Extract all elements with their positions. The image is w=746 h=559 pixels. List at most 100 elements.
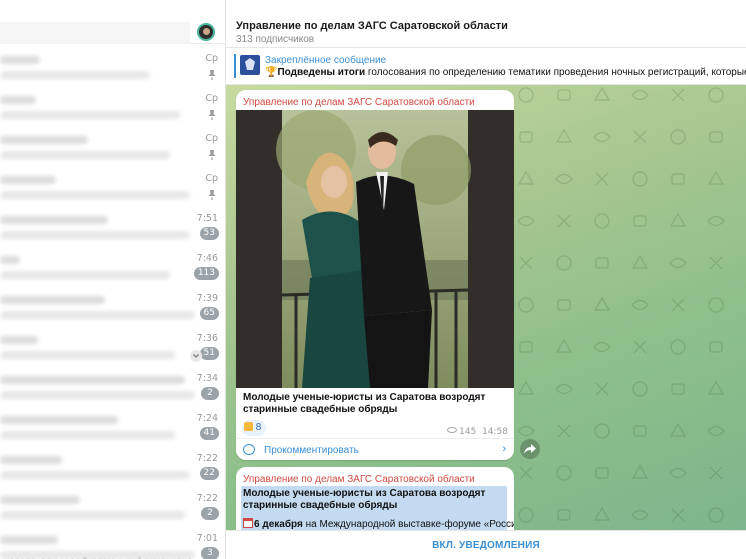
post-photo[interactable] — [236, 110, 514, 388]
share-button[interactable] — [520, 439, 540, 459]
account-avatar[interactable] — [197, 23, 215, 41]
channel-title: Управление по делам ЗАГС Саратовской обл… — [236, 20, 508, 32]
eye-icon — [447, 427, 458, 433]
channel-post[interactable]: Управление по делам ЗАГС Саратовской обл… — [236, 90, 514, 460]
chat-time: 7:36 — [196, 333, 218, 344]
pin-icon — [208, 150, 216, 160]
view-count: 145 — [459, 427, 477, 437]
chat-list-item[interactable]: Ср — [0, 44, 225, 84]
chat-name-blurred — [0, 56, 40, 64]
chat-list-item[interactable]: 7:22 2 — [0, 484, 225, 524]
pinned-thumbnail — [240, 55, 260, 75]
chat-time: 7:34 — [196, 373, 218, 384]
pinned-message[interactable]: Закреплённое сообщение 🏆Подведены итоги … — [226, 48, 746, 85]
chat-name-blurred — [0, 256, 20, 264]
chat-name-blurred — [0, 96, 36, 104]
chat-name-blurred — [0, 296, 105, 304]
pinned-text-rest: голосования по определению тематики пров… — [367, 67, 746, 78]
chat-time: Ср — [205, 93, 218, 104]
chat-preview-blurred — [0, 351, 175, 359]
chat-time: Ср — [205, 173, 218, 184]
chat-list-item[interactable]: Ср — [0, 124, 225, 164]
share-icon — [524, 444, 536, 454]
chat-preview-blurred — [0, 391, 195, 399]
post-meta: 145 14:58 — [447, 427, 508, 437]
pinned-text-bold: Подведены итоги — [277, 67, 366, 78]
chat-list-item[interactable]: Ср — [0, 84, 225, 124]
chat-time: 7:51 — [196, 213, 218, 224]
chat-name-blurred — [0, 536, 58, 544]
unread-badge: 22 — [199, 467, 219, 480]
subscriber-count: 313 подписчиков — [236, 34, 315, 45]
comment-label: Прокомментировать — [264, 445, 359, 456]
post-text-bold: 6 декабря — [254, 519, 303, 530]
unread-badge: 53 — [199, 227, 219, 240]
chat-time: 7:01 — [196, 533, 218, 544]
chat-time: 7:24 — [196, 413, 218, 424]
chat-name-blurred — [0, 456, 62, 464]
chat-preview-blurred — [0, 311, 195, 319]
channel-footer: ВКЛ. УВЕДОМЛЕНИЯ — [226, 530, 746, 559]
thumbs-up-icon — [244, 422, 253, 431]
post-sender[interactable]: Управление по делам ЗАГС Саратовской обл… — [243, 474, 475, 485]
chat-preview-blurred — [0, 271, 170, 279]
unread-badge: 51 — [199, 347, 219, 360]
chat-header[interactable]: Управление по делам ЗАГС Саратовской обл… — [226, 0, 746, 48]
unread-badge: 3 — [201, 547, 219, 559]
comment-icon — [243, 444, 255, 455]
pinned-indicator — [234, 54, 236, 78]
chat-name-blurred — [0, 416, 118, 424]
chat-preview-blurred — [0, 191, 190, 199]
chat-name-blurred — [0, 216, 108, 224]
chat-background: Управление по делам ЗАГС Саратовской обл… — [226, 85, 746, 530]
chat-preview-blurred — [0, 151, 170, 159]
pin-icon — [208, 70, 216, 80]
chat-time: 7:46 — [196, 253, 218, 264]
chat-list-item[interactable]: 7:51 53 — [0, 204, 225, 244]
pin-icon — [208, 190, 216, 200]
chat-preview-blurred — [0, 231, 190, 239]
post-headline: Молодые ученые-юристы из Саратова возрод… — [243, 488, 486, 511]
chat-preview-blurred — [0, 71, 150, 79]
trophy-emoji: 🏆 — [265, 67, 278, 78]
chat-time: 7:39 — [196, 293, 218, 304]
post-text: Молодые ученые-юристы из Саратова возрод… — [243, 392, 486, 415]
chat-list-item[interactable]: 7:24 41 — [0, 404, 225, 444]
chat-preview-blurred — [0, 511, 185, 519]
chat-time: Ср — [205, 133, 218, 144]
pinned-text: 🏆Подведены итоги голосования по определе… — [265, 67, 746, 78]
pin-icon — [208, 110, 216, 120]
chevron-right-icon: › — [502, 443, 506, 455]
sidebar-top — [0, 0, 225, 44]
search-input[interactable] — [0, 22, 190, 44]
reaction-count: 8 — [255, 422, 262, 433]
chat-list-item[interactable]: Ср — [0, 164, 225, 204]
chat-name-blurred — [0, 136, 88, 144]
chat-list-item[interactable]: 7:22 22 — [0, 444, 225, 484]
chat-preview-blurred — [0, 471, 190, 479]
chat-time: 7:22 — [196, 493, 218, 504]
chat-name-blurred — [0, 336, 38, 344]
chat-list-item[interactable]: 7:34 2 — [0, 364, 225, 404]
channel-post[interactable]: Управление по делам ЗАГС Саратовской обл… — [236, 467, 514, 530]
unread-badge: 65 — [199, 307, 219, 320]
reaction-chip[interactable]: 8 — [242, 420, 266, 436]
chat-name-blurred — [0, 376, 185, 384]
chat-time: 7:22 — [196, 453, 218, 464]
calendar-icon — [243, 518, 253, 528]
pinned-label: Закреплённое сообщение — [265, 55, 387, 66]
chat-list-item[interactable]: 7:39 65 — [0, 284, 225, 324]
chat-list-item[interactable]: 7:01 3 — [0, 524, 225, 559]
comment-button[interactable]: Прокомментировать › — [236, 438, 514, 460]
chat-preview-blurred — [0, 431, 175, 439]
unread-badge: 113 — [193, 267, 219, 280]
unread-badge: 2 — [201, 507, 219, 520]
channel-view: Управление по делам ЗАГС Саратовской обл… — [226, 0, 746, 559]
chat-preview-blurred — [0, 111, 180, 119]
enable-notifications-button[interactable]: ВКЛ. УВЕДОМЛЕНИЯ — [226, 531, 746, 559]
chat-list-item[interactable]: 7:46 113 — [0, 244, 225, 284]
post-sender[interactable]: Управление по делам ЗАГС Саратовской обл… — [243, 97, 475, 108]
couple-photo-image — [236, 110, 514, 388]
post-text-rest: на Международной выставке-форуме «Россия… — [302, 519, 514, 530]
scroll-down-icon[interactable] — [190, 349, 202, 363]
